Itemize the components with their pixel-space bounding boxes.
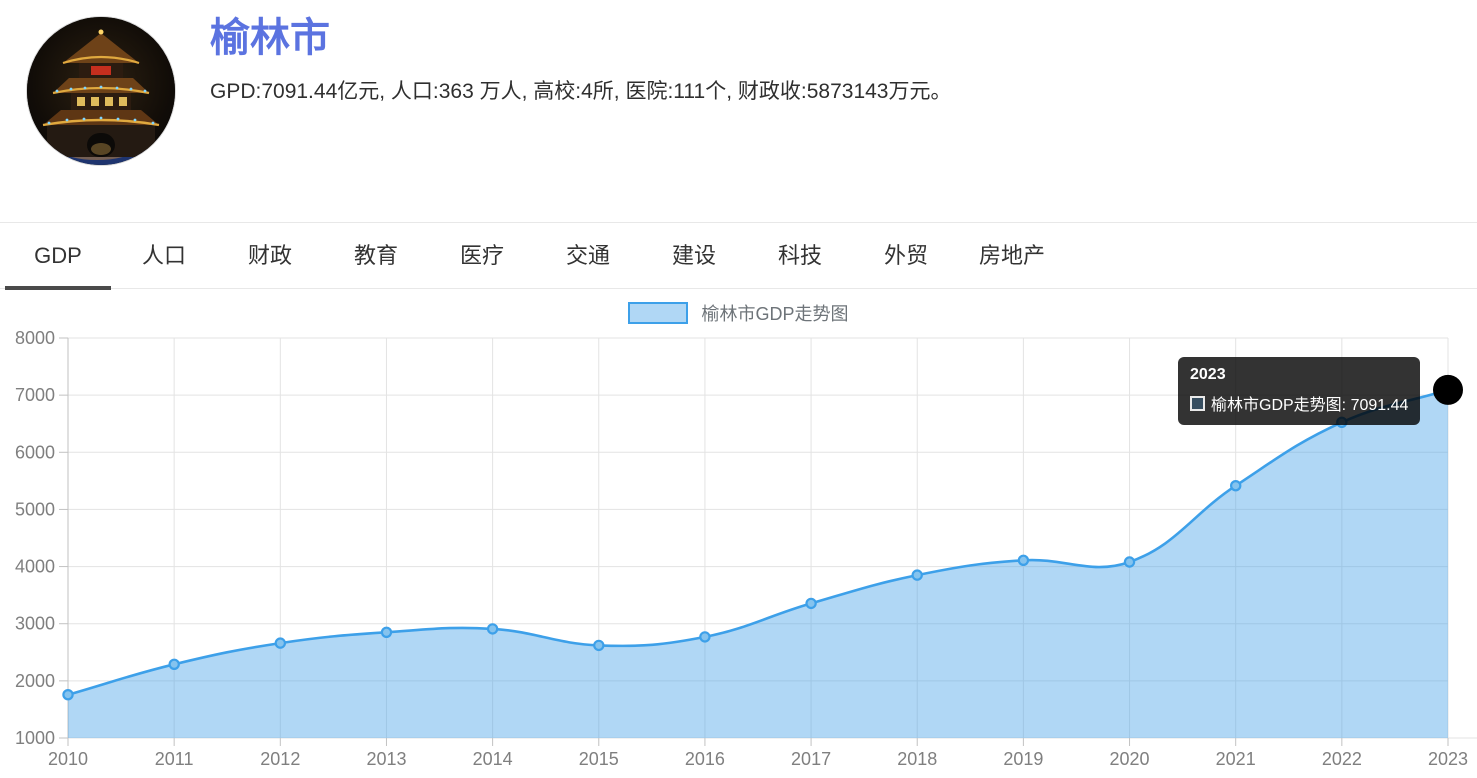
tab-finance[interactable]: 财政 [217, 223, 323, 288]
svg-text:7000: 7000 [15, 385, 55, 405]
svg-text:2017: 2017 [791, 749, 831, 769]
svg-text:2012: 2012 [260, 749, 300, 769]
page-title: 榆林市 [210, 14, 952, 62]
tooltip-series-swatch [1190, 396, 1205, 411]
svg-text:5000: 5000 [15, 499, 55, 519]
tooltip-row: 榆林市GDP走势图: 7091.44 [1190, 391, 1408, 415]
tab-education[interactable]: 教育 [323, 223, 429, 288]
svg-text:6000: 6000 [15, 442, 55, 462]
svg-text:3000: 3000 [15, 614, 55, 634]
svg-text:2015: 2015 [579, 749, 619, 769]
svg-text:1000: 1000 [15, 728, 55, 748]
svg-text:4000: 4000 [15, 557, 55, 577]
svg-text:2018: 2018 [897, 749, 937, 769]
svg-text:2020: 2020 [1110, 749, 1150, 769]
city-summary-text: GPD:7091.44亿元, 人口:363 万人, 高校:4所, 医院:111个… [210, 75, 952, 105]
svg-text:2010: 2010 [48, 749, 88, 769]
profile-info: 榆林市 GPD:7091.44亿元, 人口:363 万人, 高校:4所, 医院:… [210, 14, 952, 105]
tab-traffic[interactable]: 交通 [535, 223, 641, 288]
tab-population[interactable]: 人口 [111, 223, 217, 288]
tab-gdp[interactable]: GDP [5, 223, 111, 288]
legend-label: 榆林市GDP走势图 [701, 300, 848, 326]
category-tab-bar: GDP 人口 财政 教育 医疗 交通 建设 科技 外贸 房地产 [0, 222, 1477, 289]
svg-text:2000: 2000 [15, 671, 55, 691]
svg-text:2023: 2023 [1428, 749, 1468, 769]
profile-header: 榆林市 GPD:7091.44亿元, 人口:363 万人, 高校:4所, 医院:… [0, 0, 1477, 222]
svg-text:2021: 2021 [1216, 749, 1256, 769]
city-photo-avatar [26, 16, 176, 166]
svg-text:2016: 2016 [685, 749, 725, 769]
svg-text:2011: 2011 [155, 749, 194, 769]
chart-tooltip: 2023 榆林市GDP走势图: 7091.44 [1178, 357, 1420, 425]
tab-trade[interactable]: 外贸 [853, 223, 959, 288]
legend-swatch [628, 302, 688, 324]
tab-realestate[interactable]: 房地产 [959, 223, 1065, 288]
tab-construction[interactable]: 建设 [641, 223, 747, 288]
svg-text:2022: 2022 [1322, 749, 1362, 769]
tooltip-value-text: 榆林市GDP走势图: 7091.44 [1211, 391, 1408, 415]
svg-text:2013: 2013 [366, 749, 406, 769]
chart-legend[interactable]: 榆林市GDP走势图 [0, 300, 1477, 326]
tab-medical[interactable]: 医疗 [429, 223, 535, 288]
tab-technology[interactable]: 科技 [747, 223, 853, 288]
svg-text:2014: 2014 [473, 749, 513, 769]
gdp-trend-chart[interactable]: 1000 2000 3000 4000 5000 6000 7000 8000 2010 2011… [0, 330, 1477, 778]
svg-text:8000: 8000 [15, 330, 55, 348]
tooltip-title: 2023 [1190, 366, 1408, 384]
svg-text:2019: 2019 [1003, 749, 1043, 769]
city-tower-night-illustration [27, 17, 175, 165]
